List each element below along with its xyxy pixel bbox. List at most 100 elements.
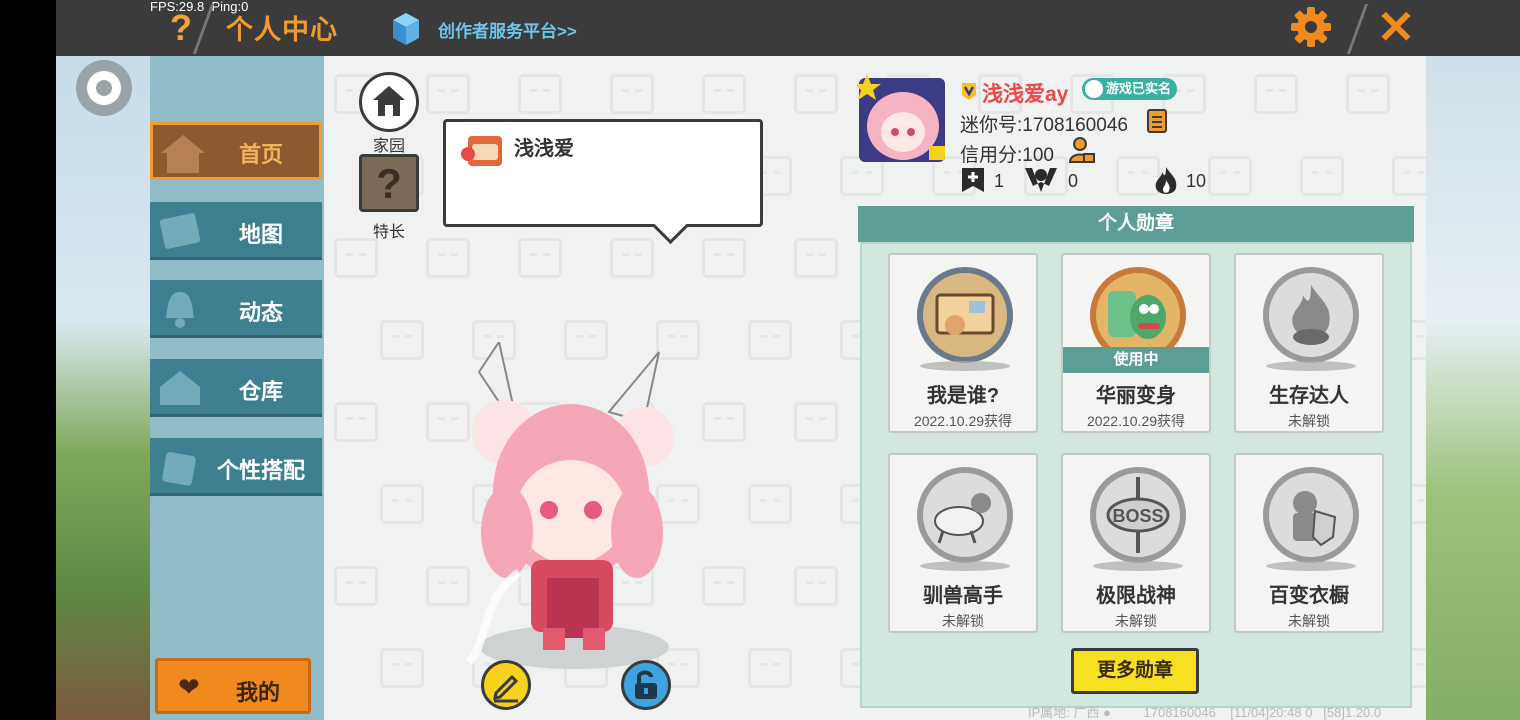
pattern-tile xyxy=(702,238,746,278)
scenery-left xyxy=(56,56,150,720)
lock-button[interactable] xyxy=(621,660,671,710)
outfit-icon xyxy=(162,452,196,486)
fire-icon xyxy=(1155,167,1177,194)
medal-status: 未解锁 xyxy=(942,613,984,629)
medal-card[interactable]: BOSS 极限战神 未解锁 xyxy=(1061,453,1211,633)
top-bar: FPS:29.8 Ping:0 ? 个人中心 创作者服务平台>> ✕ xyxy=(56,0,1520,56)
medal-shadow xyxy=(1266,361,1356,371)
sidebar-item-warehouse[interactable]: 仓库 xyxy=(150,359,322,417)
id-card-medal-icon xyxy=(917,267,1013,363)
character-model xyxy=(465,342,674,669)
fire-count: 10 xyxy=(1186,171,1207,191)
house-icon xyxy=(373,86,405,116)
help-icon[interactable]: ? xyxy=(164,8,198,48)
more-medals-button[interactable]: 更多勋章 xyxy=(1071,648,1199,694)
main-panel: 家园 ? 特长 浅浅爱 浅浅爱ay 游戏已实名 迷你号:1708160046 信… xyxy=(324,56,1426,720)
nickname: 浅浅爱ay xyxy=(982,83,1069,106)
medal-shadow xyxy=(1266,561,1356,571)
sidebar-item-label: 地图 xyxy=(238,222,283,247)
page-title: 个人中心 xyxy=(226,15,338,45)
stat-posts[interactable]: 1 xyxy=(960,166,1020,196)
boss-text: BOSS xyxy=(1112,506,1163,526)
followers-count: 0 xyxy=(1068,171,1079,191)
mini-id: 迷你号:1708160046 xyxy=(960,115,1128,136)
stat-fire[interactable]: 10 xyxy=(1152,166,1222,196)
medal-name: 百变衣橱 xyxy=(1269,585,1349,607)
mine-button[interactable]: ❤ 我的 xyxy=(155,658,311,714)
cube-icon xyxy=(393,13,419,45)
sidebar-item-map[interactable]: 地图 xyxy=(150,202,322,260)
edit-button[interactable] xyxy=(481,660,531,710)
stat-followers[interactable]: 0 xyxy=(1024,166,1084,196)
unlock-icon xyxy=(635,670,657,699)
medal-shadow xyxy=(920,561,1010,571)
bell-icon xyxy=(166,292,194,328)
signature-bubble: 浅浅爱 xyxy=(443,119,763,227)
mine-label: 我的 xyxy=(235,680,280,705)
scenery-right xyxy=(1426,56,1520,720)
sidebar-item-label: 个性搭配 xyxy=(216,458,305,483)
sidebar-item-home[interactable]: 首页 xyxy=(150,122,322,180)
in-use-badge: 使用中 xyxy=(1063,347,1209,373)
pattern-tile xyxy=(794,402,838,442)
footer-info: IP属地: 广西 ● 1708160046 [11/04]20:48 0 [58… xyxy=(1028,702,1381,720)
pattern-tile xyxy=(1346,74,1390,114)
realname-badge: 游戏已实名 xyxy=(1082,78,1178,100)
sidebar-item-feed[interactable]: 动态 xyxy=(150,280,322,338)
bubble-name: 浅浅爱 xyxy=(514,138,574,160)
heart-icon: ❤ xyxy=(178,673,200,703)
question-icon: ? xyxy=(376,160,402,207)
skill-label: 特长 xyxy=(372,224,405,241)
medal-name: 极限战神 xyxy=(1096,585,1176,607)
pattern-tile xyxy=(610,238,654,278)
medal-name: 驯兽高手 xyxy=(923,585,1003,607)
avatar[interactable] xyxy=(857,72,949,164)
pattern-tile xyxy=(426,238,470,278)
ip-location: IP属地: 广西 xyxy=(1028,705,1100,720)
medals-title: 个人勋章 xyxy=(858,206,1414,242)
medal-card[interactable]: 我是谁? 2022.10.29获得 xyxy=(888,253,1038,433)
pattern-tile xyxy=(748,320,792,360)
pattern-tile xyxy=(1300,156,1344,196)
pattern-tile xyxy=(610,74,654,114)
medal-date: 2022.10.29获得 xyxy=(1086,413,1186,429)
credit-user-icon[interactable] xyxy=(1068,136,1096,164)
pattern-tile xyxy=(794,238,838,278)
creator-platform-link[interactable]: 创作者服务平台>> xyxy=(438,17,577,42)
medal-card[interactable]: 使用中 华丽变身 2022.10.29获得 xyxy=(1061,253,1211,433)
pattern-tile xyxy=(380,320,424,360)
copy-icon[interactable] xyxy=(1142,108,1168,136)
medal-status: 未解锁 xyxy=(1288,413,1330,429)
medal-name: 华丽变身 xyxy=(1096,385,1176,407)
medal-shadow xyxy=(1093,561,1183,571)
info-icon: ● xyxy=(1103,705,1111,720)
fans-icon xyxy=(1025,168,1057,192)
medal-card[interactable]: 驯兽高手 未解锁 xyxy=(888,453,1038,633)
pattern-tile xyxy=(1254,74,1298,114)
map-icon xyxy=(159,213,201,249)
medal-date: 2022.10.29获得 xyxy=(913,413,1013,429)
home-button[interactable] xyxy=(359,72,419,132)
medal-card[interactable]: 百变衣橱 未解锁 xyxy=(1234,453,1384,633)
pattern-tile xyxy=(794,566,838,606)
beast-medal-icon xyxy=(917,467,1013,563)
gear-icon[interactable] xyxy=(1290,6,1332,48)
close-icon[interactable]: ✕ xyxy=(1374,4,1418,50)
sidebar: 首页 地图 动态 仓库 个性搭配 xyxy=(150,56,324,720)
sidebar-item-outfit[interactable]: 个性搭配 xyxy=(150,438,322,496)
house-icon xyxy=(161,135,205,173)
pattern-tile xyxy=(426,74,470,114)
warehouse-icon xyxy=(160,371,200,405)
medal-status: 未解锁 xyxy=(1115,613,1157,629)
pattern-tile xyxy=(794,74,838,114)
home-label: 家园 xyxy=(372,138,405,155)
record-button[interactable] xyxy=(76,60,132,116)
pattern-tile xyxy=(1392,156,1426,196)
sidebar-item-label: 首页 xyxy=(238,142,283,167)
skill-button[interactable]: ? xyxy=(359,154,419,212)
medal-card[interactable]: 生存达人 未解锁 xyxy=(1234,253,1384,433)
chat-icon xyxy=(461,136,502,166)
footer-uid: 1708160046 xyxy=(1143,705,1216,720)
pattern-tile xyxy=(380,484,424,524)
vip-badge-icon xyxy=(962,83,976,100)
